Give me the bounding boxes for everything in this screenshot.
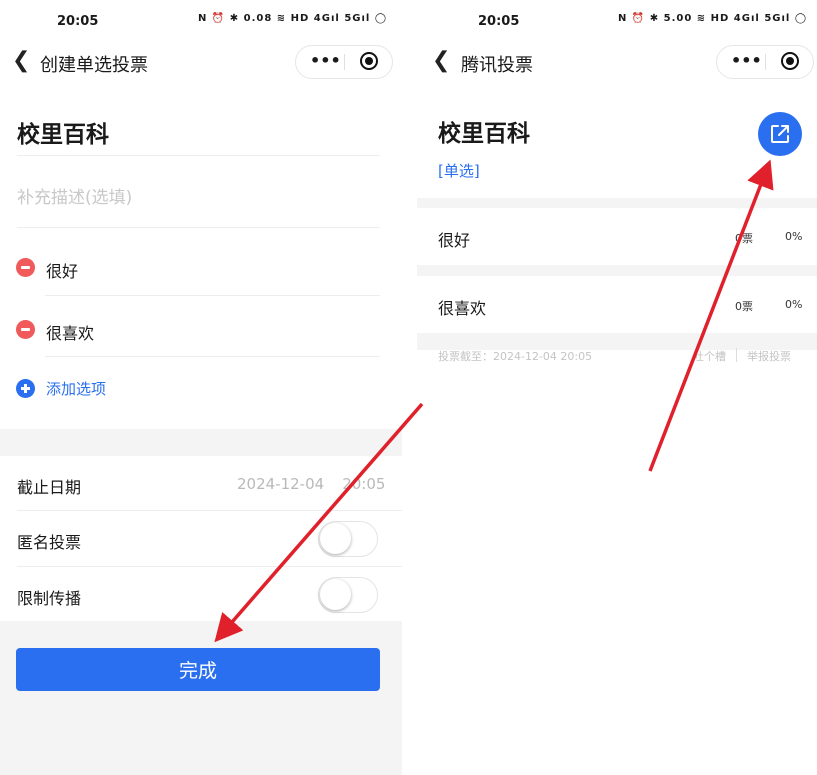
- footer-area: [0, 621, 402, 775]
- option-label[interactable]: 很喜欢: [46, 320, 94, 344]
- status-time: 20:05: [57, 14, 99, 29]
- share-button[interactable]: [758, 112, 802, 156]
- result-percent: 0%: [785, 298, 803, 311]
- option-label[interactable]: 很好: [46, 258, 78, 282]
- report-link[interactable]: 举报投票: [747, 350, 791, 363]
- status-bar: 20:05 N ⏰ ✱ 5.00 ≋ HD 4Gıl 5Gıl ◯: [417, 0, 817, 44]
- miniprogram-capsule: •••: [295, 45, 393, 79]
- result-option-label: 很好: [438, 231, 471, 250]
- page-title: 创建单选投票: [40, 55, 148, 76]
- divider: [17, 566, 402, 567]
- status-icons: N ⏰ ✱ 0.08 ≋ HD 4Gıl 5Gıl ◯: [198, 13, 388, 24]
- back-arrow-icon[interactable]: ❮: [432, 48, 450, 73]
- deadline-date[interactable]: 2024-12-04: [237, 475, 324, 493]
- close-miniprogram-icon[interactable]: [781, 52, 799, 70]
- footer-links: 吐个槽 举报投票: [693, 348, 791, 364]
- capsule-divider: [765, 54, 766, 70]
- capsule-divider: [344, 54, 345, 70]
- done-button[interactable]: 完成: [16, 648, 380, 691]
- restrict-sharing-toggle[interactable]: [318, 577, 378, 613]
- toggle-knob: [320, 523, 351, 554]
- divider: [45, 295, 380, 296]
- result-vote-count: 0票: [735, 232, 753, 245]
- share-external-icon: [771, 125, 789, 143]
- divider: [45, 356, 380, 357]
- add-circle-icon: [16, 379, 35, 398]
- poll-title: 校里百科: [438, 121, 530, 147]
- remove-option-icon[interactable]: [16, 320, 35, 339]
- poll-result-screen: 20:05 N ⏰ ✱ 5.00 ≋ HD 4Gıl 5Gıl ◯ ❮ 腾讯投票…: [417, 0, 817, 775]
- nav-bar: ❮ 创建单选投票 •••: [0, 44, 402, 80]
- result-vote-count: 0票: [735, 300, 753, 313]
- complaint-link[interactable]: 吐个槽: [693, 350, 726, 363]
- result-option-label: 很喜欢: [438, 299, 487, 318]
- deadline-label: 截止日期: [17, 478, 82, 497]
- section-gap: [0, 429, 402, 456]
- status-icons: N ⏰ ✱ 5.00 ≋ HD 4Gıl 5Gıl ◯: [618, 13, 808, 24]
- divider: [17, 227, 380, 228]
- deadline-time[interactable]: 20:05: [342, 475, 385, 493]
- poll-title[interactable]: 校里百科: [17, 115, 109, 149]
- nav-bar: ❮ 腾讯投票 •••: [417, 44, 817, 80]
- description-input[interactable]: [17, 188, 377, 208]
- anonymous-label: 匿名投票: [17, 533, 82, 552]
- result-percent: 0%: [785, 230, 803, 243]
- panel-gap: [402, 0, 417, 775]
- close-miniprogram-icon[interactable]: [360, 52, 378, 70]
- divider: [17, 155, 380, 156]
- more-icon[interactable]: •••: [731, 51, 762, 70]
- miniprogram-capsule: •••: [716, 45, 814, 79]
- remove-option-icon[interactable]: [16, 258, 35, 277]
- restrict-sharing-label: 限制传播: [17, 589, 82, 608]
- divider: [17, 510, 402, 511]
- create-poll-screen: 20:05 N ⏰ ✱ 0.08 ≋ HD 4Gıl 5Gıl ◯ ❮ 创建单选…: [0, 0, 402, 775]
- link-separator: [736, 348, 737, 362]
- status-bar: 20:05 N ⏰ ✱ 0.08 ≋ HD 4Gıl 5Gıl ◯: [0, 0, 402, 44]
- result-option-row[interactable]: 很好 0票 0%: [417, 208, 817, 265]
- back-arrow-icon[interactable]: ❮: [12, 48, 30, 73]
- more-icon[interactable]: •••: [310, 51, 341, 70]
- poll-type-tag: [单选]: [438, 162, 480, 180]
- deadline-text: 投票截至：2024-12-04 20:05: [438, 350, 593, 363]
- toggle-knob: [320, 579, 351, 610]
- add-option-label: 添加选项: [46, 380, 107, 398]
- status-time: 20:05: [478, 14, 520, 29]
- result-option-row[interactable]: 很喜欢 0票 0%: [417, 276, 817, 333]
- deadline-picker[interactable]: 2024-12-04 20:05: [237, 475, 385, 493]
- page-title: 腾讯投票: [461, 55, 533, 76]
- anonymous-toggle[interactable]: [318, 521, 378, 557]
